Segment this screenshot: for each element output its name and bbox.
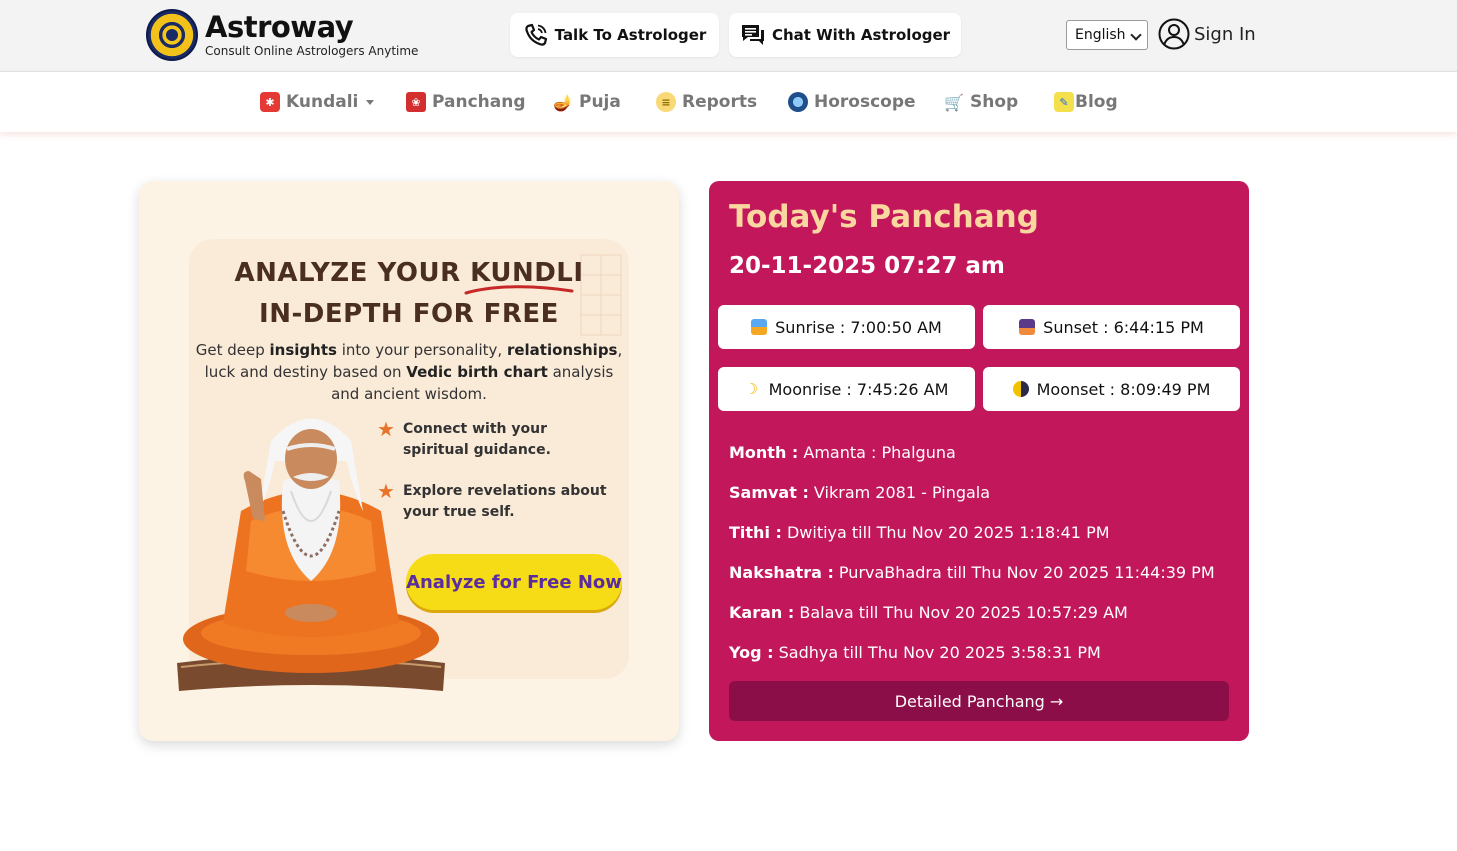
moonrise-text: Moonrise : 7:45:26 AM: [768, 379, 949, 399]
row-value: Amanta : Phalguna: [798, 443, 956, 462]
promo-title-line1: ANALYZE YOUR KUNDLI: [234, 258, 584, 288]
panchang-icon: ❀: [406, 92, 426, 112]
sunrise-box: Sunrise : 7:00:50 AM: [718, 305, 975, 349]
panchang-row-month: Month : Amanta : Phalguna: [729, 443, 956, 462]
moonset-text: Moonset : 8:09:49 PM: [1036, 379, 1211, 399]
talk-to-astrologer-label: Talk To Astrologer: [554, 26, 707, 44]
panchang-datetime: 20-11-2025 07:27 am: [729, 253, 1005, 279]
promo-desc-bold: insights: [269, 341, 337, 359]
promo-desc-part: into your personality,: [336, 341, 507, 359]
kundali-icon: ✱: [260, 92, 280, 112]
chevron-down-icon: [1130, 29, 1142, 41]
nav-label-puja: Puja: [579, 92, 621, 112]
horoscope-icon: [788, 92, 808, 112]
sign-in-label: Sign In: [1194, 23, 1256, 45]
promo-desc-part: Get deep: [195, 341, 270, 359]
sunrise-icon: [751, 319, 768, 335]
astroway-logo-icon: [146, 9, 198, 61]
main-navigation: ✱ Kundali ❀ Panchang 🪔 Puja ≡ Reports Ho…: [0, 72, 1457, 132]
nav-item-kundali[interactable]: ✱ Kundali: [260, 92, 375, 112]
kundali-promo-card[interactable]: ANALYZE YOUR KUNDLI IN-DEPTH FOR FREE Ge…: [139, 181, 679, 741]
detailed-panchang-button[interactable]: Detailed Panchang →: [729, 681, 1229, 721]
chat-with-astrologer-label: Chat With Astrologer: [771, 26, 951, 44]
promo-bullet-2-text: Explore revelations about your true self…: [402, 483, 607, 520]
language-select[interactable]: English: [1066, 20, 1148, 50]
half-moon-icon: [1012, 381, 1029, 397]
moonset-box: Moonset : 8:09:49 PM: [983, 367, 1240, 411]
promo-bullet-2: ★ Explore revelations about your true se…: [377, 481, 617, 523]
panchang-row-samvat: Samvat : Vikram 2081 - Pingala: [729, 483, 990, 502]
panchang-row-karan: Karan : Balava till Thu Nov 20 2025 10:5…: [729, 603, 1128, 622]
panchang-title: Today's Panchang: [729, 199, 1039, 235]
nav-item-horoscope[interactable]: Horoscope: [788, 92, 916, 112]
chat-icon: [740, 22, 766, 48]
moonrise-box: ☽ Moonrise : 7:45:26 AM: [718, 367, 975, 411]
promo-bullet-1: ★ Connect with your spiritual guidance.: [377, 419, 617, 461]
row-label: Month :: [729, 443, 799, 462]
crescent-moon-icon: ☽: [744, 380, 759, 398]
row-value: Balava till Thu Nov 20 2025 10:57:29 AM: [794, 603, 1128, 622]
sunset-box: Sunset : 6:44:15 PM: [983, 305, 1240, 349]
row-value: Sadhya till Thu Nov 20 2025 3:58:31 PM: [773, 643, 1101, 662]
shop-icon: 🛒: [944, 92, 964, 112]
panchang-row-tithi: Tithi : Dwitiya till Thu Nov 20 2025 1:1…: [729, 523, 1110, 542]
row-label: Tithi :: [729, 523, 782, 542]
row-label: Yog :: [729, 643, 774, 662]
brand-name: Astroway: [205, 10, 354, 44]
promo-desc-bold: Vedic birth chart: [406, 363, 548, 381]
sunset-icon: [1019, 319, 1036, 335]
nav-label-blog: Blog: [1075, 92, 1118, 112]
nav-item-shop[interactable]: 🛒 Shop: [944, 92, 1018, 112]
phone-icon: [523, 22, 549, 48]
reports-icon: ≡: [656, 92, 676, 112]
row-label: Karan :: [729, 603, 795, 622]
panchang-row-yog: Yog : Sadhya till Thu Nov 20 2025 3:58:3…: [729, 643, 1101, 662]
nav-label-shop: Shop: [970, 92, 1019, 112]
nav-label-reports: Reports: [682, 92, 758, 112]
caret-down-icon: [366, 99, 375, 105]
brand-tagline: Consult Online Astrologers Anytime: [205, 44, 419, 58]
talk-to-astrologer-button[interactable]: Talk To Astrologer: [510, 13, 719, 57]
nav-item-puja[interactable]: 🪔 Puja: [553, 92, 621, 112]
analyze-for-free-button[interactable]: Analyze for Free Now: [406, 554, 622, 610]
sunrise-text: Sunrise : 7:00:50 AM: [775, 317, 942, 337]
todays-panchang-card: Today's Panchang 20-11-2025 07:27 am Sun…: [709, 181, 1249, 741]
row-value: PurvaBhadra till Thu Nov 20 2025 11:44:3…: [833, 563, 1215, 582]
row-label: Samvat :: [729, 483, 809, 502]
row-value: Dwitiya till Thu Nov 20 2025 1:18:41 PM: [781, 523, 1110, 542]
brand-text: Astroway Consult Online Astrologers Anyt…: [205, 12, 418, 58]
sunset-text: Sunset : 6:44:15 PM: [1043, 317, 1204, 337]
row-value: Vikram 2081 - Pingala: [808, 483, 991, 502]
nav-label-kundali: Kundali: [286, 92, 359, 112]
user-icon: [1158, 18, 1190, 50]
nav-label-horoscope: Horoscope: [814, 92, 916, 112]
puja-icon: 🪔: [553, 92, 573, 112]
star-icon: ★: [377, 479, 395, 503]
promo-description: Get deep insights into your personality,…: [194, 339, 624, 405]
promo-title-line2: IN-DEPTH FOR FREE: [259, 299, 559, 329]
sign-in-button[interactable]: Sign In: [1158, 18, 1256, 50]
nav-item-panchang[interactable]: ❀ Panchang: [406, 92, 526, 112]
chat-with-astrologer-button[interactable]: Chat With Astrologer: [729, 13, 961, 57]
panchang-row-nakshatra: Nakshatra : PurvaBhadra till Thu Nov 20 …: [729, 563, 1215, 582]
nav-label-panchang: Panchang: [432, 92, 526, 112]
top-header: Astroway Consult Online Astrologers Anyt…: [0, 0, 1457, 72]
row-label: Nakshatra :: [729, 563, 834, 582]
nav-item-blog[interactable]: ✎ Blog: [1054, 92, 1118, 112]
nav-item-reports[interactable]: ≡ Reports: [656, 92, 757, 112]
blog-icon: ✎: [1054, 92, 1074, 112]
promo-bullet-1-text: Connect with your spiritual guidance.: [402, 421, 551, 458]
brand-logo-link[interactable]: Astroway Consult Online Astrologers Anyt…: [146, 9, 418, 61]
language-selected: English: [1075, 27, 1126, 43]
promo-desc-bold: relationships: [506, 341, 618, 359]
star-icon: ★: [377, 417, 395, 441]
